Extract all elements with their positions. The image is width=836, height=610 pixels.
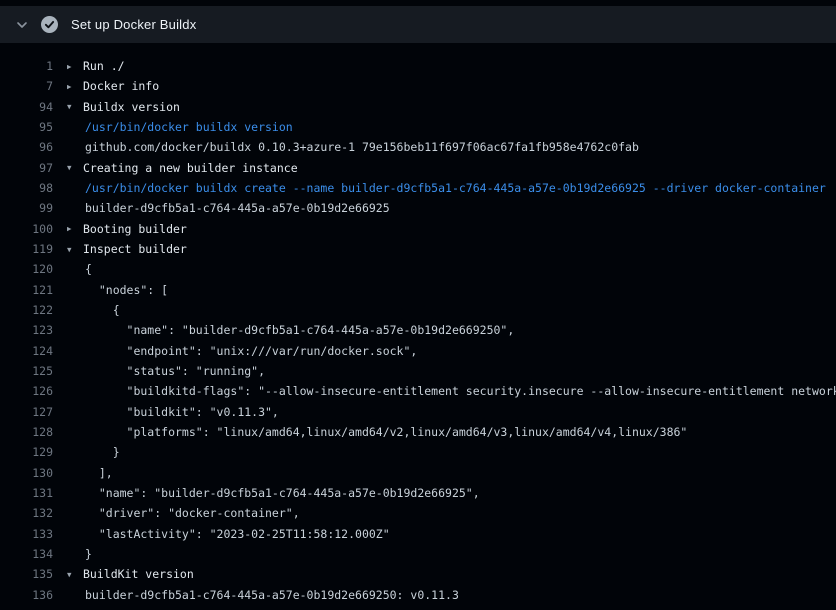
line-number: 94 bbox=[0, 100, 53, 114]
log-row[interactable]: 98/usr/bin/docker buildx create --name b… bbox=[0, 178, 836, 198]
line-number: 100 bbox=[0, 222, 53, 236]
chevron-down-icon[interactable] bbox=[16, 19, 28, 31]
line-number: 135 bbox=[0, 567, 53, 581]
line-number: 119 bbox=[0, 242, 53, 256]
log-group-row[interactable]: 119 ▼Inspect builder bbox=[0, 239, 836, 259]
output-text: "driver": "docker-container", bbox=[83, 506, 300, 520]
log-row[interactable]: 120 { bbox=[0, 259, 836, 279]
output-text: builder-d9cfb5a1-c764-445a-a57e-0b19d2e6… bbox=[83, 201, 390, 215]
output-text: "status": "running", bbox=[83, 364, 265, 378]
output-text: "name": "builder-d9cfb5a1-c764-445a-a57e… bbox=[83, 323, 514, 337]
line-number: 122 bbox=[0, 303, 53, 317]
line-number: 97 bbox=[0, 161, 53, 175]
log-console: Set up Docker Buildx 1▶Run ./7▶Docker in… bbox=[0, 6, 836, 605]
log-group-row[interactable]: 135 ▼BuildKit version bbox=[0, 564, 836, 584]
triangle-down-icon[interactable]: ▼ bbox=[66, 570, 83, 579]
log-row[interactable]: 128 "platforms": "linux/amd64,linux/amd6… bbox=[0, 422, 836, 442]
output-text: } bbox=[83, 547, 92, 561]
line-number: 95 bbox=[0, 120, 53, 134]
log-row[interactable]: 127 "buildkit": "v0.11.3", bbox=[0, 402, 836, 422]
line-number: 98 bbox=[0, 181, 53, 195]
group-title: Docker info bbox=[83, 79, 159, 93]
line-number: 96 bbox=[0, 140, 53, 154]
log-row[interactable]: 95/usr/bin/docker buildx version bbox=[0, 117, 836, 137]
line-number: 99 bbox=[0, 201, 53, 215]
log-group-row[interactable]: 7 ▶Docker info bbox=[0, 76, 836, 96]
log-row[interactable]: 124 "endpoint": "unix:///var/run/docker.… bbox=[0, 341, 836, 361]
triangle-down-icon[interactable]: ▼ bbox=[66, 163, 83, 172]
log-row[interactable]: 130 ], bbox=[0, 463, 836, 483]
group-title: Run ./ bbox=[83, 59, 125, 73]
triangle-right-icon[interactable]: ▶ bbox=[66, 62, 83, 71]
step-title: Set up Docker Buildx bbox=[71, 17, 196, 32]
line-number: 127 bbox=[0, 405, 53, 419]
line-number: 132 bbox=[0, 506, 53, 520]
line-number: 130 bbox=[0, 466, 53, 480]
output-text: { bbox=[83, 303, 120, 317]
line-number: 125 bbox=[0, 364, 53, 378]
log-row[interactable]: 134} bbox=[0, 544, 836, 564]
triangle-down-icon[interactable]: ▼ bbox=[66, 102, 83, 111]
line-number: 1 bbox=[0, 59, 53, 73]
output-text: "endpoint": "unix:///var/run/docker.sock… bbox=[83, 344, 417, 358]
log-row[interactable]: 136 builder-d9cfb5a1-c764-445a-a57e-0b19d… bbox=[0, 585, 836, 605]
group-title: Booting builder bbox=[83, 222, 187, 236]
triangle-down-icon[interactable]: ▼ bbox=[66, 245, 83, 254]
output-text: "lastActivity": "2023-02-25T11:58:12.000… bbox=[83, 527, 390, 541]
output-text: "buildkitd-flags": "--allow-insecure-ent… bbox=[83, 384, 836, 398]
output-text: "buildkit": "v0.11.3", bbox=[83, 405, 279, 419]
group-title: Inspect builder bbox=[83, 242, 187, 256]
log-row[interactable]: 129 } bbox=[0, 442, 836, 462]
line-number: 136 bbox=[0, 588, 53, 602]
output-text: github.com/docker/buildx 0.10.3+azure-1 … bbox=[83, 140, 639, 154]
line-number: 123 bbox=[0, 323, 53, 337]
group-title: Buildx version bbox=[83, 100, 180, 114]
log-row[interactable]: 133 "lastActivity": "2023-02-25T11:58:12… bbox=[0, 524, 836, 544]
line-number: 124 bbox=[0, 344, 53, 358]
log-row[interactable]: 126 "buildkitd-flags": "--allow-insecure… bbox=[0, 381, 836, 401]
line-number: 133 bbox=[0, 527, 53, 541]
log-row[interactable]: 125 "status": "running", bbox=[0, 361, 836, 381]
line-number: 128 bbox=[0, 425, 53, 439]
triangle-right-icon[interactable]: ▶ bbox=[66, 82, 83, 91]
output-text: } bbox=[83, 445, 120, 459]
group-title: BuildKit version bbox=[83, 567, 194, 581]
log-row[interactable]: 122 { bbox=[0, 300, 836, 320]
line-number: 126 bbox=[0, 384, 53, 398]
command-text: /usr/bin/docker buildx version bbox=[83, 120, 293, 134]
log-row[interactable]: 96 github.com/docker/buildx 0.10.3+azure-… bbox=[0, 137, 836, 157]
log-group-row[interactable]: 97 ▼Creating a new builder instance bbox=[0, 158, 836, 178]
line-number: 120 bbox=[0, 262, 53, 276]
log-row[interactable]: 131 "name": "builder-d9cfb5a1-c764-445a-… bbox=[0, 483, 836, 503]
step-header[interactable]: Set up Docker Buildx bbox=[0, 6, 836, 43]
triangle-right-icon[interactable]: ▶ bbox=[66, 224, 83, 233]
group-title: Creating a new builder instance bbox=[83, 161, 298, 175]
line-number: 134 bbox=[0, 547, 53, 561]
line-number: 129 bbox=[0, 445, 53, 459]
log-row[interactable]: 123 "name": "builder-d9cfb5a1-c764-445a-… bbox=[0, 320, 836, 340]
output-text: ], bbox=[83, 466, 113, 480]
log-row[interactable]: 99 builder-d9cfb5a1-c764-445a-a57e-0b19d2… bbox=[0, 198, 836, 218]
command-text: /usr/bin/docker buildx create --name bui… bbox=[83, 181, 826, 195]
output-text: { bbox=[83, 262, 92, 276]
log-group-row[interactable]: 94 ▼Buildx version bbox=[0, 97, 836, 117]
line-number: 7 bbox=[0, 79, 53, 93]
log-group-row[interactable]: 1 ▶Run ./ bbox=[0, 56, 836, 76]
line-number: 121 bbox=[0, 283, 53, 297]
output-text: "name": "builder-d9cfb5a1-c764-445a-a57e… bbox=[83, 486, 480, 500]
log-lines: 1▶Run ./7▶Docker info94▼Buildx version95… bbox=[0, 43, 836, 605]
output-text: "nodes": [ bbox=[83, 283, 168, 297]
output-text: builder-d9cfb5a1-c764-445a-a57e-0b19d2e6… bbox=[83, 588, 459, 602]
log-row[interactable]: 132 "driver": "docker-container", bbox=[0, 503, 836, 523]
check-circle-icon bbox=[41, 16, 58, 33]
line-number: 131 bbox=[0, 486, 53, 500]
log-group-row[interactable]: 100 ▶Booting builder bbox=[0, 219, 836, 239]
log-row[interactable]: 121 "nodes": [ bbox=[0, 280, 836, 300]
output-text: "platforms": "linux/amd64,linux/amd64/v2… bbox=[83, 425, 687, 439]
